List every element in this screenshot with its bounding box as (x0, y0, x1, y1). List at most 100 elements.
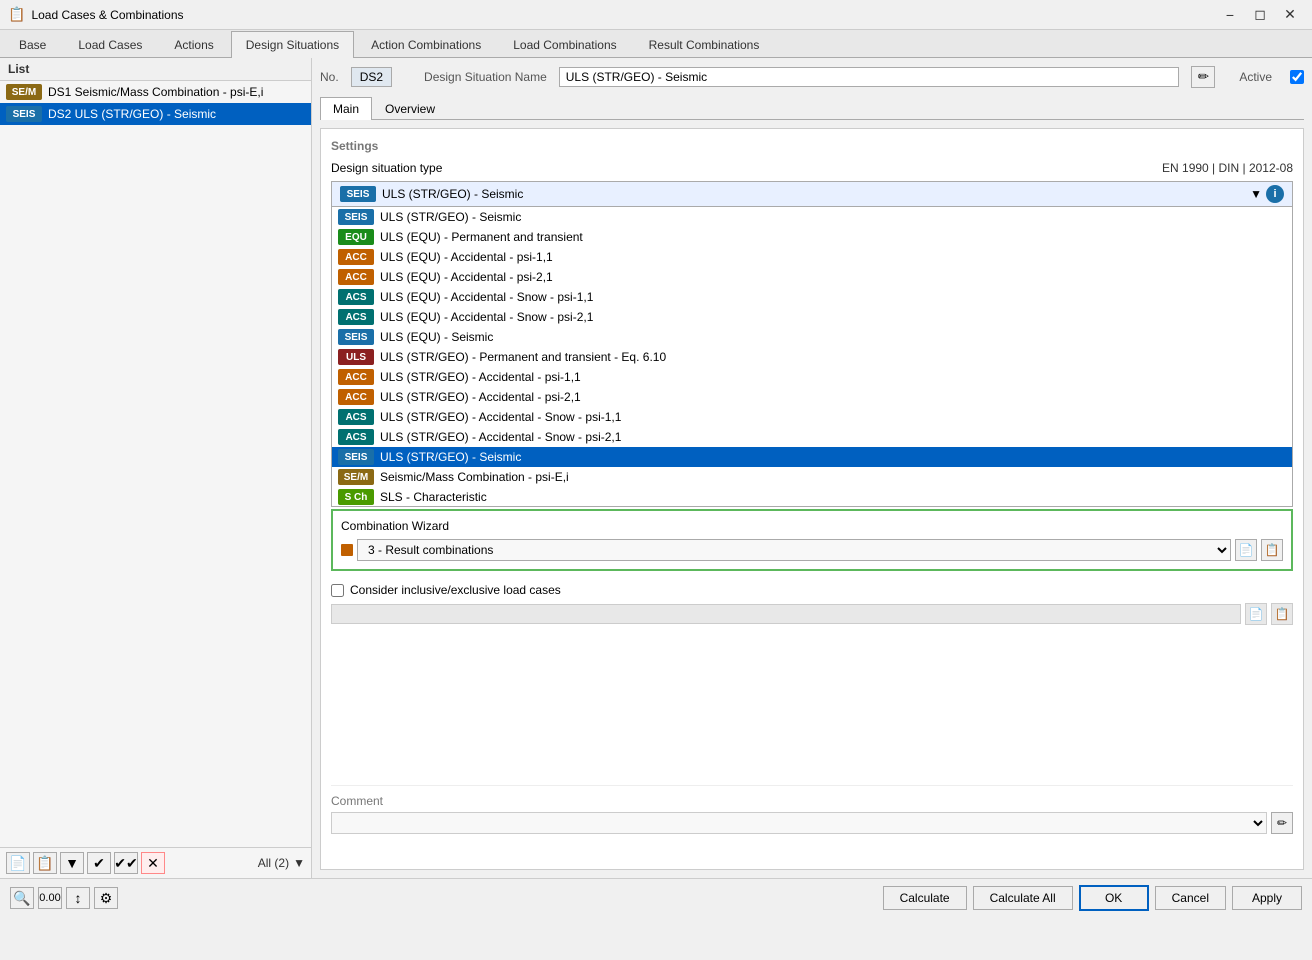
content-area: Settings Design situation type EN 1990 |… (320, 128, 1304, 870)
ds-type-row: Design situation type EN 1990 | DIN | 20… (331, 161, 1293, 175)
dd-badge: ACC (338, 389, 374, 405)
tab-actions[interactable]: Actions (159, 31, 228, 58)
dd-item-acc1[interactable]: ACC ULS (EQU) - Accidental - psi-1,1 (332, 247, 1292, 267)
copy-dropdown[interactable]: ▼ (60, 852, 84, 874)
dd-item-seis-trigger[interactable]: SEIS ULS (STR/GEO) - Seismic (332, 207, 1292, 227)
app-icon: 📋 (8, 6, 25, 23)
dropdown-selected-text: ULS (STR/GEO) - Seismic (382, 187, 523, 201)
comment-row: ✏ (331, 812, 1293, 834)
dd-badge: SE/M (338, 469, 374, 485)
check-button[interactable]: ✔ (87, 852, 111, 874)
comment-input[interactable] (331, 812, 1267, 834)
tab-overview[interactable]: Overview (372, 97, 448, 120)
list-item-selected[interactable]: SEIS DS2 ULS (STR/GEO) - Seismic (0, 103, 311, 125)
dd-label: SLS - Characteristic (380, 490, 487, 504)
dd-badge: ACS (338, 409, 374, 425)
combo-wizard-row: 3 - Result combinations 📄 📋 (341, 539, 1283, 561)
dd-badge: ACC (338, 369, 374, 385)
add-button[interactable]: 📄 (6, 852, 30, 874)
greyed-input-row: 📄 📋 (331, 603, 1293, 625)
value-icon-btn[interactable]: 0.00 (38, 887, 62, 909)
tab-base[interactable]: Base (4, 31, 61, 58)
list-bottom: 📄 📋 ▼ ✔ ✔✔ ✕ All (2) ▼ (0, 847, 311, 878)
search-icon-btn[interactable]: 🔍 (10, 887, 34, 909)
tab-load-combinations[interactable]: Load Combinations (498, 31, 631, 58)
gear-icon-btn[interactable]: ⚙ (94, 887, 118, 909)
combo-select[interactable]: 3 - Result combinations (357, 539, 1231, 561)
dropdown-trigger[interactable]: SEIS ULS (STR/GEO) - Seismic ▼ i (331, 181, 1293, 207)
dropdown-chevron-icon: ▼ (1250, 187, 1262, 201)
dd-badge: ACC (338, 269, 374, 285)
dd-item-sem[interactable]: SE/M Seismic/Mass Combination - psi-E,i (332, 467, 1292, 487)
dd-label: ULS (STR/GEO) - Accidental - Snow - psi-… (380, 430, 621, 444)
dd-item-seis-selected[interactable]: SEIS ULS (STR/GEO) - Seismic (332, 447, 1292, 467)
dd-badge: SEIS (338, 209, 374, 225)
ds-type-dropdown[interactable]: SEIS ULS (STR/GEO) - Seismic ▼ i SEIS UL… (331, 181, 1293, 207)
ok-button[interactable]: OK (1079, 885, 1149, 911)
bottom-bar: 🔍 0.00 ↕ ⚙ Calculate Calculate All OK Ca… (0, 878, 1312, 917)
tab-load-cases[interactable]: Load Cases (63, 31, 157, 58)
tab-main[interactable]: Main (320, 97, 372, 120)
combo-wizard-label: Combination Wizard (341, 519, 1283, 533)
item-label-selected: DS2 ULS (STR/GEO) - Seismic (48, 107, 216, 121)
dd-item-acs-str2[interactable]: ACS ULS (STR/GEO) - Accidental - Snow - … (332, 427, 1292, 447)
ds-edit-button[interactable]: ✏ (1191, 66, 1215, 88)
ds-type-norm: EN 1990 | DIN | 2012-08 (1162, 161, 1293, 175)
combo-new-button[interactable]: 📄 (1235, 539, 1257, 561)
combo-copy-button[interactable]: 📋 (1261, 539, 1283, 561)
copy-button[interactable]: 📋 (33, 852, 57, 874)
minimize-button[interactable]: − (1216, 5, 1244, 25)
restore-button[interactable]: ◻ (1246, 5, 1274, 25)
app-title: Load Cases & Combinations (31, 8, 183, 22)
dd-item-acc2[interactable]: ACC ULS (EQU) - Accidental - psi-2,1 (332, 267, 1292, 287)
dd-item-equ[interactable]: EQU ULS (EQU) - Permanent and transient (332, 227, 1292, 247)
all-chevron-icon: ▼ (293, 856, 305, 870)
dd-item-acc-str1[interactable]: ACC ULS (STR/GEO) - Accidental - psi-1,1 (332, 367, 1292, 387)
info-icon[interactable]: i (1266, 185, 1284, 203)
dd-label: ULS (EQU) - Accidental - Snow - psi-2,1 (380, 310, 593, 324)
dd-badge: SEIS (338, 329, 374, 345)
dd-label: ULS (STR/GEO) - Seismic (380, 210, 521, 224)
tab-result-combinations[interactable]: Result Combinations (634, 31, 775, 58)
dd-badge: S Ch (338, 489, 374, 505)
active-checkbox[interactable] (1290, 70, 1304, 84)
ds-name-input[interactable] (559, 67, 1180, 87)
sort-icon-btn[interactable]: ↕ (66, 887, 90, 909)
combo-wizard-box: Combination Wizard 3 - Result combinatio… (331, 509, 1293, 571)
dd-label: ULS (EQU) - Accidental - Snow - psi-1,1 (380, 290, 593, 304)
dd-item-acs2[interactable]: ACS ULS (EQU) - Accidental - Snow - psi-… (332, 307, 1292, 327)
dd-item-seis-equ[interactable]: SEIS ULS (EQU) - Seismic (332, 327, 1292, 347)
dd-label: ULS (EQU) - Accidental - psi-2,1 (380, 270, 553, 284)
consider-checkbox[interactable] (331, 584, 344, 597)
close-button[interactable]: ✕ (1276, 5, 1304, 25)
tab-action-combinations[interactable]: Action Combinations (356, 31, 496, 58)
dd-badge: ACS (338, 429, 374, 445)
calculate-button[interactable]: Calculate (883, 886, 967, 910)
list-item[interactable]: SE/M DS1 Seismic/Mass Combination - psi-… (0, 81, 311, 103)
dd-item-acs1[interactable]: ACS ULS (EQU) - Accidental - Snow - psi-… (332, 287, 1292, 307)
settings-title: Settings (331, 139, 1293, 153)
dd-item-sch[interactable]: S Ch SLS - Characteristic (332, 487, 1292, 507)
consider-row: Consider inclusive/exclusive load cases (331, 583, 1293, 597)
dd-badge: SEIS (338, 449, 374, 465)
dd-item-uls[interactable]: ULS ULS (STR/GEO) - Permanent and transi… (332, 347, 1292, 367)
greyed-input (331, 604, 1241, 624)
all-dropdown[interactable]: All (2) ▼ (258, 856, 305, 870)
list-header: List (0, 58, 311, 81)
list-items: SE/M DS1 Seismic/Mass Combination - psi-… (0, 81, 311, 847)
check2-button[interactable]: ✔✔ (114, 852, 138, 874)
comment-label: Comment (331, 794, 1293, 808)
tab-design-situations[interactable]: Design Situations (231, 31, 354, 58)
apply-button[interactable]: Apply (1232, 886, 1302, 910)
item-badge-sem: SE/M (6, 84, 42, 100)
delete-button[interactable]: ✕ (141, 852, 165, 874)
calculate-all-button[interactable]: Calculate All (973, 886, 1073, 910)
main-tabbar: Base Load Cases Actions Design Situation… (0, 30, 1312, 58)
dd-label: ULS (EQU) - Seismic (380, 330, 493, 344)
statusbar-icons: 🔍 0.00 ↕ ⚙ (10, 887, 118, 909)
dd-item-acc-str2[interactable]: ACC ULS (STR/GEO) - Accidental - psi-2,1 (332, 387, 1292, 407)
comment-edit-button[interactable]: ✏ (1271, 812, 1293, 834)
selected-badge: SEIS (340, 186, 376, 202)
dd-item-acs-str1[interactable]: ACS ULS (STR/GEO) - Accidental - Snow - … (332, 407, 1292, 427)
cancel-button[interactable]: Cancel (1155, 886, 1226, 910)
